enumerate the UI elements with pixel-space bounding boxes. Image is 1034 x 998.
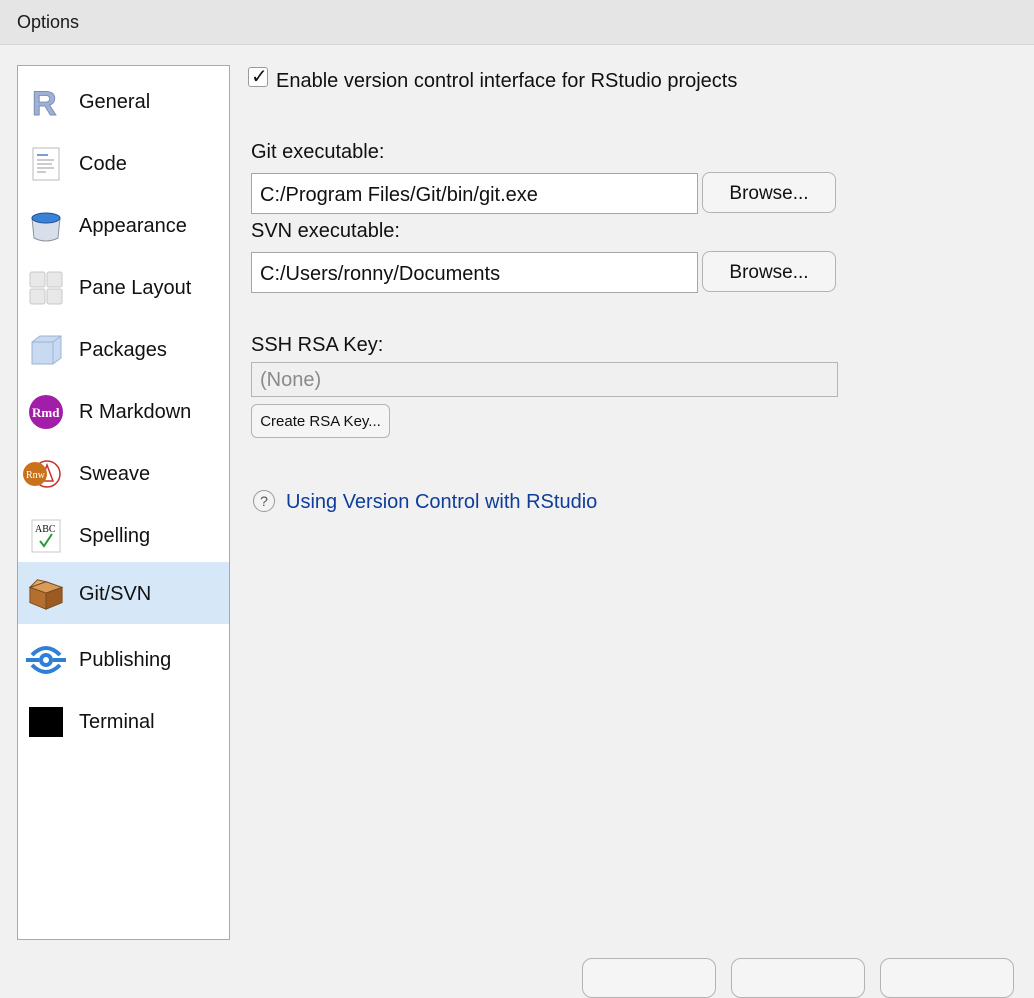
sidebar-item-publishing[interactable]: Publishing (18, 628, 229, 690)
vcs-help-link[interactable]: Using Version Control with RStudio (286, 491, 597, 514)
sidebar-item-label: R Markdown (79, 401, 192, 423)
sidebar-item-spelling[interactable]: ABC Spelling (18, 504, 229, 566)
publishing-icon (24, 642, 68, 678)
options-sidebar: R General Code Appearance Pane Layout Pa… (17, 65, 230, 940)
paint-bucket-icon (28, 208, 64, 244)
svg-text:Rnw: Rnw (26, 470, 46, 481)
sidebar-item-packages[interactable]: Packages (18, 318, 229, 380)
git-browse-button[interactable]: Browse... (702, 172, 836, 213)
sidebar-item-label: Sweave (79, 463, 151, 485)
enable-vcs-checkbox[interactable]: ✓ (248, 66, 268, 88)
sidebar-item-git-svn[interactable]: Git/SVN (18, 562, 229, 624)
sidebar-item-label: Code (79, 153, 127, 175)
sidebar-item-label: Pane Layout (79, 277, 192, 299)
rmd-icon: Rmd (28, 394, 64, 430)
r-logo-icon: R (28, 84, 64, 120)
spelling-abc-icon: ABC (28, 518, 64, 554)
svg-text:ABC: ABC (35, 524, 56, 535)
svg-text:Rmd: Rmd (32, 405, 60, 420)
git-executable-label: Git executable: (251, 141, 385, 163)
code-document-icon (28, 146, 64, 182)
ssh-rsa-key-label: SSH RSA Key: (251, 334, 384, 356)
sidebar-item-label: Appearance (79, 215, 187, 237)
sidebar-item-code[interactable]: Code (18, 132, 229, 194)
sidebar-item-label: Git/SVN (79, 583, 152, 605)
sidebar-item-general[interactable]: R General (18, 70, 229, 132)
svn-executable-label: SVN executable: (251, 220, 400, 242)
cancel-button[interactable] (731, 958, 865, 998)
help-circle-icon: ? (253, 490, 275, 512)
ssh-rsa-key-field: (None) (251, 362, 838, 397)
sidebar-item-label: Terminal (79, 711, 155, 733)
package-cube-icon (28, 332, 64, 368)
svn-browse-button[interactable]: Browse... (702, 251, 836, 292)
title-bar: Options (0, 0, 1034, 45)
sidebar-item-label: Packages (79, 339, 167, 361)
git-executable-field[interactable]: C:/Program Files/Git/bin/git.exe (251, 173, 698, 214)
ok-button[interactable] (582, 958, 716, 998)
checkmark-icon: ✓ (251, 66, 268, 88)
apply-button[interactable] (880, 958, 1014, 998)
sidebar-item-label: General (79, 91, 151, 113)
sidebar-item-terminal[interactable]: Terminal (18, 690, 229, 752)
sidebar-item-label: Spelling (79, 525, 151, 547)
sidebar-item-r-markdown[interactable]: Rmd R Markdown (18, 380, 229, 442)
svn-executable-field[interactable]: C:/Users/ronny/Documents (251, 252, 698, 293)
svg-text:R: R (32, 85, 57, 119)
sidebar-item-sweave[interactable]: Rnw Sweave (18, 442, 229, 504)
sidebar-item-pane-layout[interactable]: Pane Layout (18, 256, 229, 318)
terminal-icon (28, 704, 64, 740)
window-title: Options (17, 12, 80, 32)
sweave-icon: Rnw (23, 456, 69, 492)
enable-vcs-label: Enable version control interface for RSt… (276, 70, 738, 92)
create-rsa-key-button[interactable]: Create RSA Key... (251, 404, 390, 438)
cardboard-box-icon (28, 576, 64, 612)
sidebar-item-label: Publishing (79, 649, 172, 671)
sidebar-item-appearance[interactable]: Appearance (18, 194, 229, 256)
pane-layout-icon (28, 270, 64, 306)
